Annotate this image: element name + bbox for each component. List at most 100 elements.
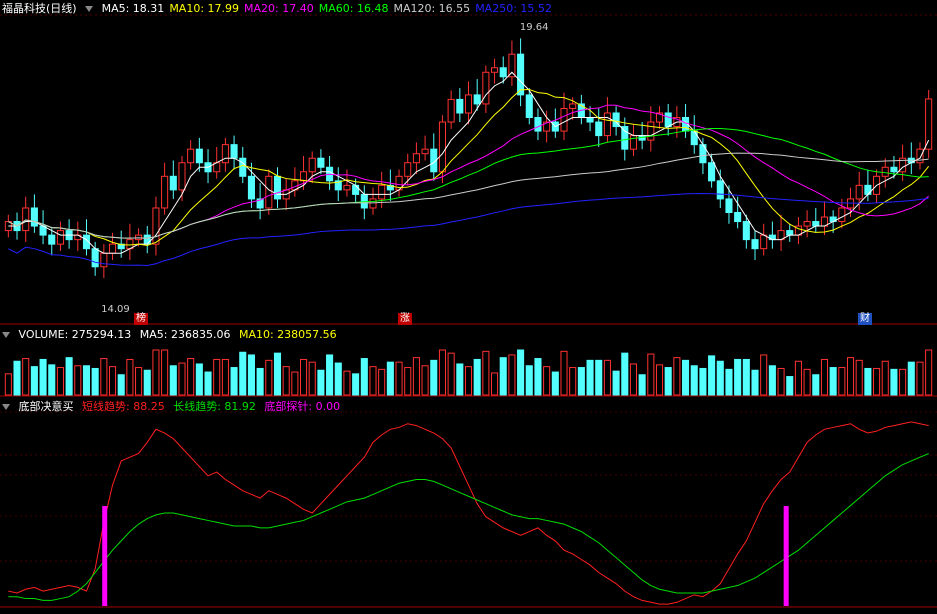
candle-body (534, 117, 542, 132)
volume-bar (499, 357, 507, 396)
volume-bar (464, 366, 473, 396)
volume-bar (482, 350, 490, 396)
volume-bar (577, 367, 585, 396)
event-badge-bang[interactable]: 榜 (134, 313, 148, 325)
volume-bar (326, 354, 334, 396)
candle-body (438, 121, 446, 173)
low-price-label: 14.09 (101, 304, 130, 315)
volume-bar (74, 365, 82, 396)
volume-bar (204, 371, 212, 396)
volume-bar (916, 361, 924, 396)
volume-bar (699, 367, 707, 396)
candle-body (803, 221, 811, 227)
candle-body (317, 157, 325, 168)
volume-bar (22, 358, 30, 396)
volume-bar (551, 371, 559, 396)
volume-bar (265, 359, 273, 396)
candle-body (881, 166, 889, 177)
volume-bar (716, 360, 724, 396)
candle-body (890, 166, 898, 173)
event-badge-cai[interactable]: 财 (858, 313, 872, 325)
volume-bar (768, 365, 776, 396)
volume-bar (612, 370, 620, 396)
volume-bar (239, 351, 247, 396)
candle-body (603, 112, 611, 137)
volume-bar (777, 367, 785, 396)
volume-bar (899, 368, 907, 396)
candle-body (169, 175, 177, 191)
volume-bar (751, 369, 759, 396)
volume-bar (655, 364, 664, 396)
volume-bar (412, 357, 420, 396)
volume-bar (13, 360, 21, 396)
candle-body (786, 230, 794, 236)
volume-bar (838, 367, 846, 396)
volume-bar (603, 359, 611, 396)
volume-bar (430, 359, 438, 396)
volume-bar (517, 349, 525, 396)
probe-bar (783, 506, 789, 606)
candle-body (195, 148, 203, 164)
volume-bar (803, 368, 811, 396)
candle-body (239, 157, 247, 177)
candle-body (464, 94, 473, 114)
volume-bar (308, 361, 316, 396)
candle-body (491, 67, 499, 73)
volume-bar (143, 369, 151, 396)
candle-body (838, 207, 846, 223)
volume-bar (4, 373, 12, 396)
volume-bar (708, 355, 716, 396)
volume-bar (39, 358, 47, 396)
candle-body (135, 234, 143, 241)
volume-bar (378, 368, 386, 396)
volume-bar (742, 358, 750, 396)
volume-bar (508, 354, 516, 396)
volume-bar (230, 367, 238, 396)
candle-body (760, 234, 768, 250)
candle-body (525, 94, 533, 119)
volume-bar (543, 366, 551, 396)
candle-body (708, 162, 716, 182)
candle-body (517, 53, 525, 96)
probe-bar (102, 506, 108, 606)
candle-body (812, 221, 820, 227)
volume-bar (812, 374, 820, 396)
candle-body (751, 239, 759, 250)
volume-bar (725, 368, 733, 396)
candle-body (30, 207, 38, 227)
kline-chart[interactable]: 19.64 14.09 (0, 0, 937, 614)
volume-bar (595, 359, 603, 396)
candle-body (569, 103, 577, 109)
volume-bar (352, 373, 360, 396)
candle-body (404, 162, 412, 177)
volume-bar (925, 349, 933, 396)
volume-bar (734, 358, 742, 396)
candle-body (352, 184, 360, 195)
volume-bar (534, 358, 542, 396)
volume-bar (343, 370, 351, 396)
long-trend-line (8, 453, 929, 601)
volume-bar (881, 360, 889, 396)
volume-bar (195, 363, 203, 396)
candle-body (108, 243, 117, 254)
candle-body (378, 184, 386, 200)
volume-bar (82, 365, 91, 396)
candle-body (100, 252, 108, 268)
candle-body (629, 135, 638, 150)
volume-bar (48, 364, 56, 396)
candle-body (916, 148, 924, 164)
volume-bar (282, 366, 290, 396)
volume-bar (152, 349, 160, 396)
candle-body (621, 126, 629, 150)
volume-bar (169, 365, 177, 396)
candle-body (265, 175, 273, 209)
candle-body (161, 175, 169, 209)
volume-bar (404, 367, 412, 396)
volume-bar (360, 358, 368, 396)
volume-bar (126, 358, 134, 396)
candle-body (473, 94, 481, 105)
event-badge-zhang[interactable]: 涨 (398, 313, 412, 325)
ma-line (8, 193, 929, 266)
candle-body (22, 207, 30, 232)
candle-body (360, 193, 368, 209)
